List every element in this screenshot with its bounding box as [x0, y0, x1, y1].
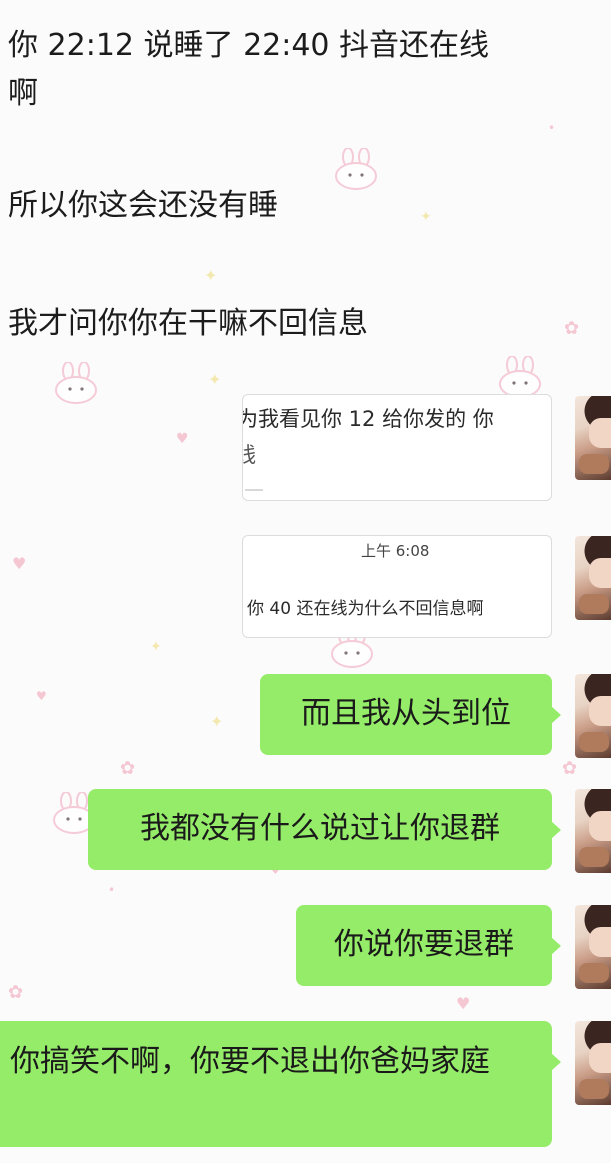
user-avatar[interactable] — [575, 396, 611, 480]
bunny-sticker-icon — [55, 362, 97, 404]
forwarded-card-timestamp: 上午 6:08 — [361, 542, 430, 560]
user-avatar[interactable] — [575, 905, 611, 989]
bunny-sticker-icon — [499, 356, 541, 398]
heart-icon: ♥ — [456, 994, 471, 1013]
forwarded-card-text: 你 40 还在线为什么不回信息啊 — [247, 599, 484, 619]
sent-message-bubble[interactable]: 你搞笑不啊，你要不退出你爸妈家庭 — [0, 1021, 561, 1147]
sent-message-bubble[interactable]: 你说你要退群 — [296, 905, 561, 986]
forwarded-card-divider — [245, 489, 263, 491]
flower-icon: ✿ — [562, 758, 578, 779]
user-avatar[interactable] — [575, 1021, 611, 1105]
dot-icon: • — [548, 121, 556, 135]
quoted-message-text: 你 22:12 说睡了 22:40 抖音还在线 啊 — [8, 28, 490, 111]
forwarded-screenshot-card[interactable]: 为我看见你 12 给你发的 你 线 — [242, 394, 552, 501]
forwarded-screenshot-card[interactable]: 上午 6:08 你 40 还在线为什么不回信息啊 — [242, 535, 552, 638]
heart-icon: ♥ — [36, 689, 47, 703]
sent-message-bubble[interactable]: 我都没有什么说过让你退群 — [88, 789, 561, 870]
flower-icon: ✿ — [120, 758, 136, 779]
sent-message-bubble[interactable]: 而且我从头到位 — [260, 674, 561, 755]
user-avatar[interactable] — [575, 536, 611, 620]
user-avatar[interactable] — [575, 674, 611, 758]
forwarded-card-text: 为我看见你 12 给你发的 你 — [242, 407, 494, 431]
sent-message-text: 我都没有什么说过让你退群 — [140, 811, 500, 846]
heart-icon: ♥ — [12, 554, 27, 573]
sparkle-icon: ✦ — [150, 639, 162, 655]
sparkle-icon: ✦ — [204, 266, 218, 285]
flower-icon: ✿ — [8, 982, 24, 1003]
sparkle-icon: ✦ — [210, 712, 224, 731]
sparkle-icon: ✦ — [208, 370, 222, 389]
forwarded-card-continuation: 线 — [243, 439, 256, 469]
quoted-message-text: 所以你这会还没有睡 — [8, 188, 278, 223]
heart-icon: ♥ — [176, 431, 189, 447]
sent-message-text: 而且我从头到位 — [301, 696, 511, 731]
sent-message-text: 你搞笑不啊，你要不退出你爸妈家庭 — [10, 1044, 490, 1079]
user-avatar[interactable] — [575, 789, 611, 873]
sent-message-text: 你说你要退群 — [334, 927, 514, 962]
dot-icon: • — [108, 883, 116, 897]
quoted-message-text: 我才问你你在干嘛不回信息 — [8, 306, 368, 341]
